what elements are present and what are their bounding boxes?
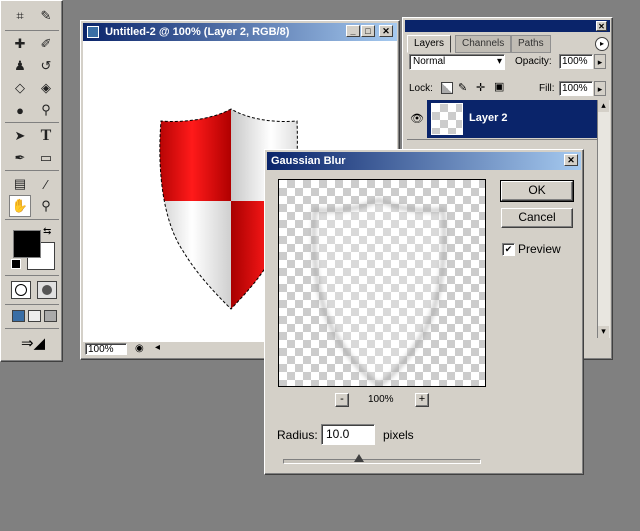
scroll-down-icon[interactable]: ▾ [598,326,609,338]
toolbox: ⌗ ✎ ✚ ✐ ♟ ↺ ◇ ◈ ● ⚲ ➤ T ✒ ▭ ▤ ⁄ ✋ ⚲ ⇆ ⇒◢ [0,0,63,362]
chevron-down-icon[interactable]: ▾ [497,55,502,69]
preview-zoom-value: 100% [368,394,394,405]
path-selection-icon[interactable]: ➤ [9,125,31,147]
healing-brush-icon[interactable]: ✚ [9,33,31,55]
layer-row[interactable]: 👁 Layer 2 [407,100,597,138]
cancel-button[interactable]: Cancel [501,208,573,228]
layer-thumbnail [431,103,463,135]
dialog-close-button[interactable]: ✕ [564,154,578,166]
zoom-field[interactable]: 100% [85,343,127,355]
layers-scrollbar[interactable]: ▴ ▾ [597,100,610,338]
brush-tool-icon[interactable]: ✐ [35,33,57,55]
pen-tool-icon[interactable]: ✒ [9,147,31,169]
radius-unit: pixels [383,428,414,442]
toolbox-divider [5,170,59,171]
document-title: Untitled-2 @ 100% (Layer 2, RGB/8) [105,26,290,38]
blurred-shield-preview [312,197,446,386]
rectangle-tool-icon[interactable]: ▭ [35,147,57,169]
zoom-in-button[interactable]: + [415,393,429,407]
preview-box[interactable] [278,179,486,387]
dialog-title-bar[interactable]: Gaussian Blur [267,152,581,170]
photoshop-doc-icon [87,26,99,39]
toolbox-divider [5,219,59,220]
notes-tool-icon[interactable]: ▤ [9,173,31,195]
toolbox-divider [5,122,59,123]
lock-all-icon[interactable]: ▣ [494,80,504,93]
panel-title-bar[interactable] [405,20,610,32]
quick-mask-mode-icon[interactable] [37,281,57,299]
preview-label: Preview [518,242,561,256]
preview-checkbox[interactable]: ✔ [502,243,515,256]
slice-tool-icon[interactable]: ✎ [35,5,57,27]
toolbox-divider [5,275,59,276]
tab-channels[interactable]: Channels [455,35,512,53]
panel-tabs: Layers Channels Paths [407,35,607,53]
dialog-title: Gaussian Blur [271,155,346,167]
standard-mode-icon[interactable] [11,281,31,299]
fill-field[interactable]: 100% [559,81,593,96]
tab-paths[interactable]: Paths [511,35,551,53]
opacity-arrow-icon[interactable]: ▸ [594,54,606,69]
status-menu-icon[interactable]: ◉ [135,343,144,354]
close-button[interactable]: ✕ [379,25,393,37]
clone-stamp-icon[interactable]: ♟ [9,55,31,77]
layer-name: Layer 2 [469,112,508,124]
lock-label: Lock: [409,83,433,94]
opacity-field[interactable]: 100% [559,54,593,69]
panel-close-button[interactable]: ✕ [596,21,607,31]
dodge-tool-icon[interactable]: ⚲ [35,99,57,121]
zoom-out-button[interactable]: - [335,393,349,407]
gaussian-blur-dialog: Gaussian Blur ✕ - 100% + OK Cancel ✔ Pre… [264,149,584,475]
screen-mode-full-icon[interactable] [44,310,57,322]
paint-bucket-icon[interactable]: ◈ [35,77,57,99]
fill-arrow-icon[interactable]: ▸ [594,81,606,96]
eraser-tool-icon[interactable]: ◇ [9,77,31,99]
history-brush-icon[interactable]: ↺ [35,55,57,77]
blend-mode-value: Normal [413,56,446,67]
crop-tool-icon[interactable]: ⌗ [9,5,31,27]
radius-label: Radius: [277,428,318,442]
blend-mode-select[interactable]: Normal ▾ [409,54,505,70]
jump-to-imageready-icon[interactable]: ⇒◢ [13,334,53,354]
blur-tool-icon[interactable]: ● [9,99,31,121]
toolbox-divider [5,304,59,305]
radius-slider-track[interactable] [283,459,481,464]
default-colors-icon[interactable] [11,259,21,269]
visibility-eye-icon[interactable]: 👁 [407,100,427,138]
toolbox-divider [5,328,59,329]
ok-button[interactable]: OK [500,180,574,202]
radius-slider-thumb[interactable] [354,454,365,462]
toolbox-divider [5,30,59,31]
maximize-button[interactable]: □ [361,25,375,37]
foreground-color-swatch[interactable] [13,230,41,258]
opacity-label: Opacity: [515,56,552,67]
screen-mode-standard-icon[interactable] [12,310,25,322]
screen-mode-full-menu-icon[interactable] [28,310,41,322]
fill-label: Fill: [539,83,555,94]
swap-colors-icon[interactable]: ⇆ [43,226,51,237]
lock-transparency-icon[interactable] [441,82,453,94]
lock-move-icon[interactable]: ✛ [476,81,485,94]
eyedropper-icon[interactable]: ⁄ [35,173,57,195]
zoom-tool-icon[interactable]: ⚲ [35,195,57,217]
radius-input[interactable]: 10.0 [321,424,375,445]
lock-paint-icon[interactable]: ✎ [458,81,467,94]
type-tool-icon[interactable]: T [35,125,57,147]
panel-menu-button[interactable]: ▸ [595,37,609,51]
hand-tool-icon[interactable]: ✋ [9,195,31,217]
minimize-button[interactable]: _ [346,25,360,37]
tab-layers[interactable]: Layers [407,35,452,53]
scroll-left-icon[interactable]: ▸ [155,342,160,353]
scroll-up-icon[interactable]: ▴ [598,100,609,112]
